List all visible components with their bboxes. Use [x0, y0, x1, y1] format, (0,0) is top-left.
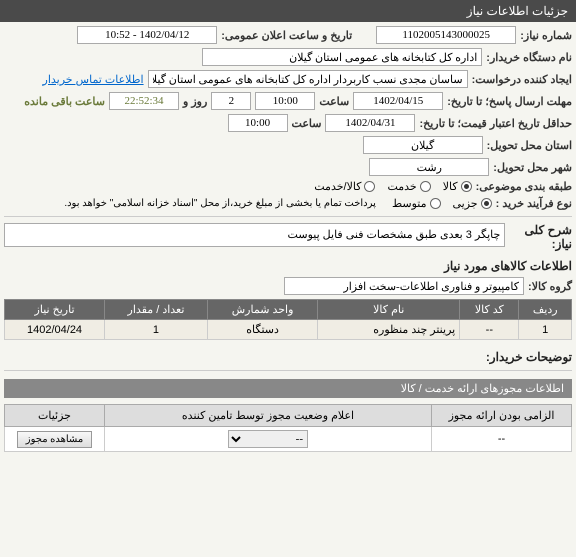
announce-input[interactable]: [77, 26, 217, 44]
label-small: جزیی: [453, 197, 478, 210]
need-no-label: شماره نیاز:: [520, 29, 572, 42]
validity-label: حداقل تاریخ اعتبار قیمت؛ تا تاریخ:: [419, 117, 572, 130]
summary-text: چاپگر 3 بعدی طبق مشخصات فنی فایل پیوست: [4, 223, 505, 247]
td-unit: دستگاه: [207, 320, 317, 340]
td-qty: 1: [105, 320, 208, 340]
label-khedmat: خدمت: [387, 180, 416, 193]
remain-label: ساعت باقی مانده: [24, 95, 105, 108]
radio-both[interactable]: [364, 181, 375, 192]
province-label: استان محل تحویل:: [487, 139, 572, 152]
payment-note: پرداخت تمام یا بخشی از مبلغ خرید،از محل …: [64, 198, 376, 209]
contact-link[interactable]: اطلاعات تماس خریدار: [43, 73, 144, 86]
validity-time-input[interactable]: [228, 114, 288, 132]
city-input[interactable]: [369, 158, 489, 176]
td-code: --: [460, 320, 519, 340]
label-kala: کالا: [443, 180, 458, 193]
province-input[interactable]: [363, 136, 483, 154]
permit-header-row: الزامی بودن ارائه مجوز اعلام وضعیت مجوز …: [5, 405, 572, 427]
td-date: 1402/04/24: [5, 320, 105, 340]
process-group: جزیی متوسط: [392, 197, 492, 210]
city-label: شهر محل تحویل:: [493, 161, 572, 174]
divider-2: [4, 370, 572, 371]
radio-kala[interactable]: [461, 181, 472, 192]
need-no-input[interactable]: [376, 26, 516, 44]
table-header-row: ردیف کد کالا نام کالا واحد شمارش تعداد /…: [5, 300, 572, 320]
deadline-label: مهلت ارسال پاسخ؛ تا تاریخ:: [447, 95, 572, 108]
buyer-org-input[interactable]: [202, 48, 482, 66]
th-date: تاریخ نیاز: [5, 300, 105, 320]
group-label: گروه کالا:: [528, 280, 572, 293]
subject-class-group: کالا خدمت کالا/خدمت: [314, 180, 471, 193]
radio-khedmat[interactable]: [420, 181, 431, 192]
time-label-2: ساعت: [292, 117, 322, 130]
th-unit: واحد شمارش: [207, 300, 317, 320]
radio-small[interactable]: [481, 198, 492, 209]
th-name: نام کالا: [318, 300, 460, 320]
validity-date-input[interactable]: [325, 114, 415, 132]
pth-details: جزئیات: [5, 405, 105, 427]
permits-header: اطلاعات مجوزهای ارائه خدمت / کالا: [4, 379, 572, 398]
view-permit-button[interactable]: مشاهده مجوز: [17, 431, 92, 448]
td-name: پرینتر چند منظوره: [318, 320, 460, 340]
days-label: روز و: [183, 95, 207, 108]
permit-row: -- -- مشاهده مجوز: [5, 427, 572, 452]
label-both: کالا/خدمت: [314, 180, 361, 193]
time-label-1: ساعت: [319, 95, 349, 108]
page-header: جزئیات اطلاعات نیاز: [0, 0, 576, 22]
goods-table: ردیف کد کالا نام کالا واحد شمارش تعداد /…: [4, 299, 572, 340]
divider-1: [4, 216, 572, 217]
pth-status: اعلام وضعیت مجوز توسط تامین کننده: [105, 405, 432, 427]
permits-table: الزامی بودن ارائه مجوز اعلام وضعیت مجوز …: [4, 404, 572, 452]
summary-title-label: شرح کلی نیاز:: [509, 223, 572, 251]
pth-mandatory: الزامی بودن ارائه مجوز: [432, 405, 572, 427]
table-row: 1 -- پرینتر چند منظوره دستگاه 1 1402/04/…: [5, 320, 572, 340]
subject-class-label: طبقه بندی موضوعی:: [476, 180, 572, 193]
main-content: شماره نیاز: تاریخ و ساعت اعلان عمومی: نا…: [0, 22, 576, 456]
buyer-notes-label: توضیحات خریدار:: [4, 350, 572, 364]
ptd-mandatory: --: [432, 427, 572, 452]
deadline-time-input[interactable]: [255, 92, 315, 110]
buyer-org-label: نام دستگاه خریدار:: [486, 51, 572, 64]
td-idx: 1: [519, 320, 572, 340]
ptd-details: مشاهده مجوز: [5, 427, 105, 452]
ptd-status: --: [105, 427, 432, 452]
remain-time-input: [109, 92, 179, 110]
days-input[interactable]: [211, 92, 251, 110]
announce-label: تاریخ و ساعت اعلان عمومی:: [221, 29, 352, 42]
requester-input[interactable]: [148, 70, 468, 88]
th-code: کد کالا: [460, 300, 519, 320]
goods-section-title: اطلاعات کالاهای مورد نیاز: [4, 259, 572, 273]
requester-label: ایجاد کننده درخواست:: [472, 73, 572, 86]
group-input[interactable]: [284, 277, 524, 295]
page-title: جزئیات اطلاعات نیاز: [467, 4, 568, 18]
th-idx: ردیف: [519, 300, 572, 320]
deadline-date-input[interactable]: [353, 92, 443, 110]
status-select[interactable]: --: [228, 430, 308, 448]
th-qty: تعداد / مقدار: [105, 300, 208, 320]
radio-medium[interactable]: [430, 198, 441, 209]
process-label: نوع فرآیند خرید :: [496, 197, 572, 210]
label-medium: متوسط: [392, 197, 427, 210]
